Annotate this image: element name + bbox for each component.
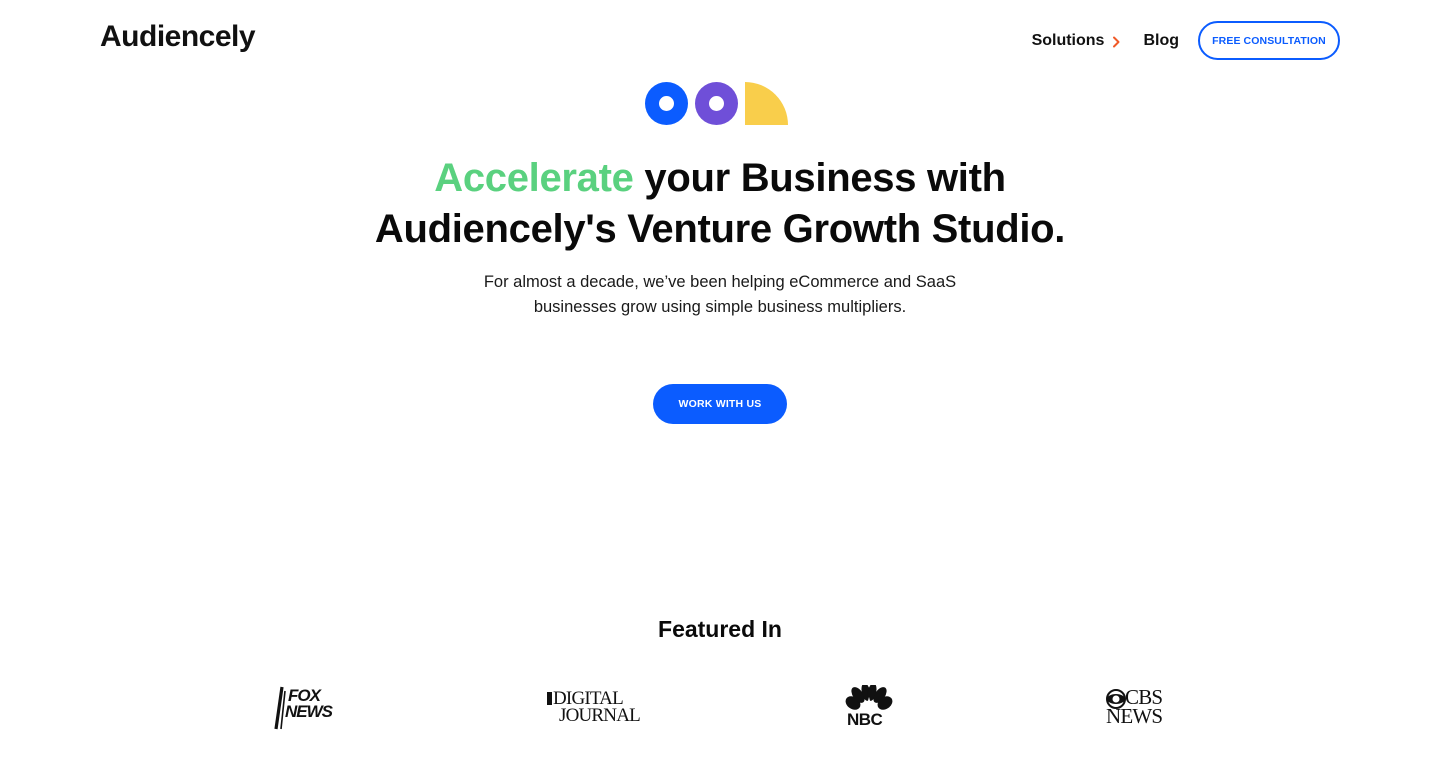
- nav-blog-label: Blog: [1143, 31, 1179, 49]
- featured-in-title: Featured In: [658, 616, 782, 642]
- hero-shapes: [645, 82, 790, 126]
- cbs-news-logo: CBS NEWS: [1104, 680, 1170, 736]
- fox-line2: NEWS: [285, 702, 333, 721]
- headline-line1-rest: your Business with: [633, 156, 1006, 200]
- yellow-quarter-circle-icon: [745, 82, 788, 125]
- blue-ring-icon: [645, 82, 688, 125]
- subtext-line2: businesses grow using simple business mu…: [533, 298, 907, 316]
- dj-line2: JOURNAL: [559, 705, 641, 726]
- nbc-label: NBC: [847, 710, 883, 729]
- purple-ring-icon: [695, 82, 738, 125]
- subtext-line1: For almost a decade, we’ve been helping …: [483, 273, 957, 291]
- nav-solutions-label: Solutions: [1031, 31, 1105, 49]
- main-nav: Solutions Blog FREE CONSULTATION: [1032, 21, 1340, 60]
- work-with-us-button[interactable]: WORK WITH US: [653, 384, 787, 424]
- digital-journal-logo: DIGITAL JOURNAL: [545, 680, 641, 736]
- nav-blog[interactable]: Blog: [1143, 32, 1179, 50]
- peacock-icon: [845, 685, 893, 712]
- nbc-logo: NBC: [844, 680, 894, 736]
- headline-line2: Audiencely's Venture Growth Studio.: [374, 207, 1066, 251]
- fox-news-logo: FOX NEWS: [272, 680, 333, 736]
- hero-headline: Accelerate your Business with Audiencely…: [0, 153, 1440, 255]
- site-logo[interactable]: Audiencely: [100, 20, 256, 54]
- free-consultation-button[interactable]: FREE CONSULTATION: [1198, 21, 1340, 60]
- headline-accent: Accelerate: [434, 156, 634, 200]
- hero-subtext: For almost a decade, we’ve been helping …: [0, 270, 1440, 320]
- cbs-line2: NEWS: [1106, 704, 1163, 728]
- page: Audiencely Solutions Blog FREE CONSULTAT…: [0, 0, 1440, 762]
- chevron-right-icon: [1112, 35, 1121, 47]
- nav-solutions[interactable]: Solutions: [1032, 32, 1122, 50]
